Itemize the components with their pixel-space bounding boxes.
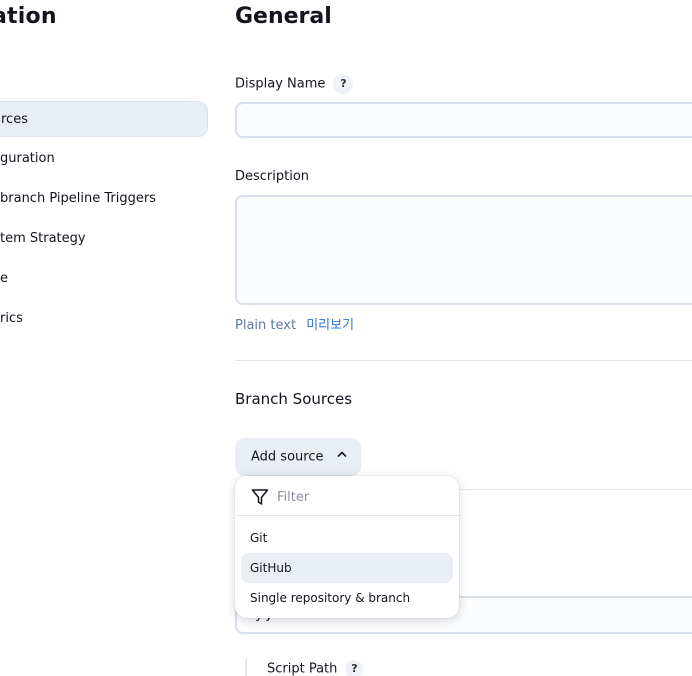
script-path-label: Script Path? xyxy=(267,660,364,676)
funnel-icon xyxy=(251,488,269,510)
plain-text-label: Plain text xyxy=(235,318,297,333)
filter-row xyxy=(235,476,459,516)
description-textarea[interactable] xyxy=(235,195,692,305)
chevron-up-icon xyxy=(336,438,348,476)
menu-item-label: GitHub xyxy=(250,561,292,575)
add-source-dropdown: Git GitHub Single repository & branch xyxy=(235,476,459,618)
menu-item-label: Git xyxy=(250,531,268,545)
display-name-label: Display Name? xyxy=(235,74,354,94)
section-divider xyxy=(235,360,692,361)
menu-item-git[interactable]: Git xyxy=(241,523,453,553)
menu-item-github[interactable]: GitHub xyxy=(241,553,453,583)
add-source-button[interactable]: Add source xyxy=(235,438,361,476)
script-path-label-text: Script Path xyxy=(267,661,338,676)
display-name-input[interactable] xyxy=(235,102,692,138)
sidebar-item-pipeline-triggers[interactable]: branch Pipeline Triggers xyxy=(0,181,208,217)
sidebar-item-label: branch Pipeline Triggers xyxy=(0,191,156,206)
sidebar-item-label: rics xyxy=(0,311,23,326)
sidebar-item-label: tem Strategy xyxy=(0,231,86,246)
page-title: General xyxy=(235,4,332,29)
sidebar-title: ation xyxy=(0,4,57,29)
background-divider xyxy=(420,489,692,490)
add-source-label: Add source xyxy=(251,449,324,465)
sidebar-item-appearance[interactable]: e xyxy=(0,261,208,297)
sidebar-item-branch-sources[interactable]: rces xyxy=(0,101,208,137)
sidebar-item-build-configuration[interactable]: guration xyxy=(0,141,208,177)
help-icon[interactable]: ? xyxy=(345,660,364,676)
sidebar-item-label: rces xyxy=(1,112,28,127)
help-icon[interactable]: ? xyxy=(333,74,354,94)
page: ation rces guration branch Pipeline Trig… xyxy=(0,0,692,676)
display-name-label-text: Display Name xyxy=(235,76,326,92)
filter-input[interactable] xyxy=(275,484,449,510)
sidebar-item-label: e xyxy=(0,271,8,286)
sidebar-item-orphaned-item-strategy[interactable]: tem Strategy xyxy=(0,221,208,257)
description-label: Description xyxy=(235,169,310,184)
sidebar-item-label: guration xyxy=(0,151,55,166)
preview-link[interactable]: 미리보기 xyxy=(306,318,354,333)
nested-indicator-line xyxy=(245,658,247,676)
sidebar-item-metrics[interactable]: rics xyxy=(0,301,208,337)
menu-item-label: Single repository & branch xyxy=(250,591,411,605)
menu-item-single-repository[interactable]: Single repository & branch xyxy=(241,583,453,613)
description-preview-row: Plain text 미리보기 xyxy=(235,314,354,333)
branch-sources-title: Branch Sources xyxy=(235,390,353,408)
